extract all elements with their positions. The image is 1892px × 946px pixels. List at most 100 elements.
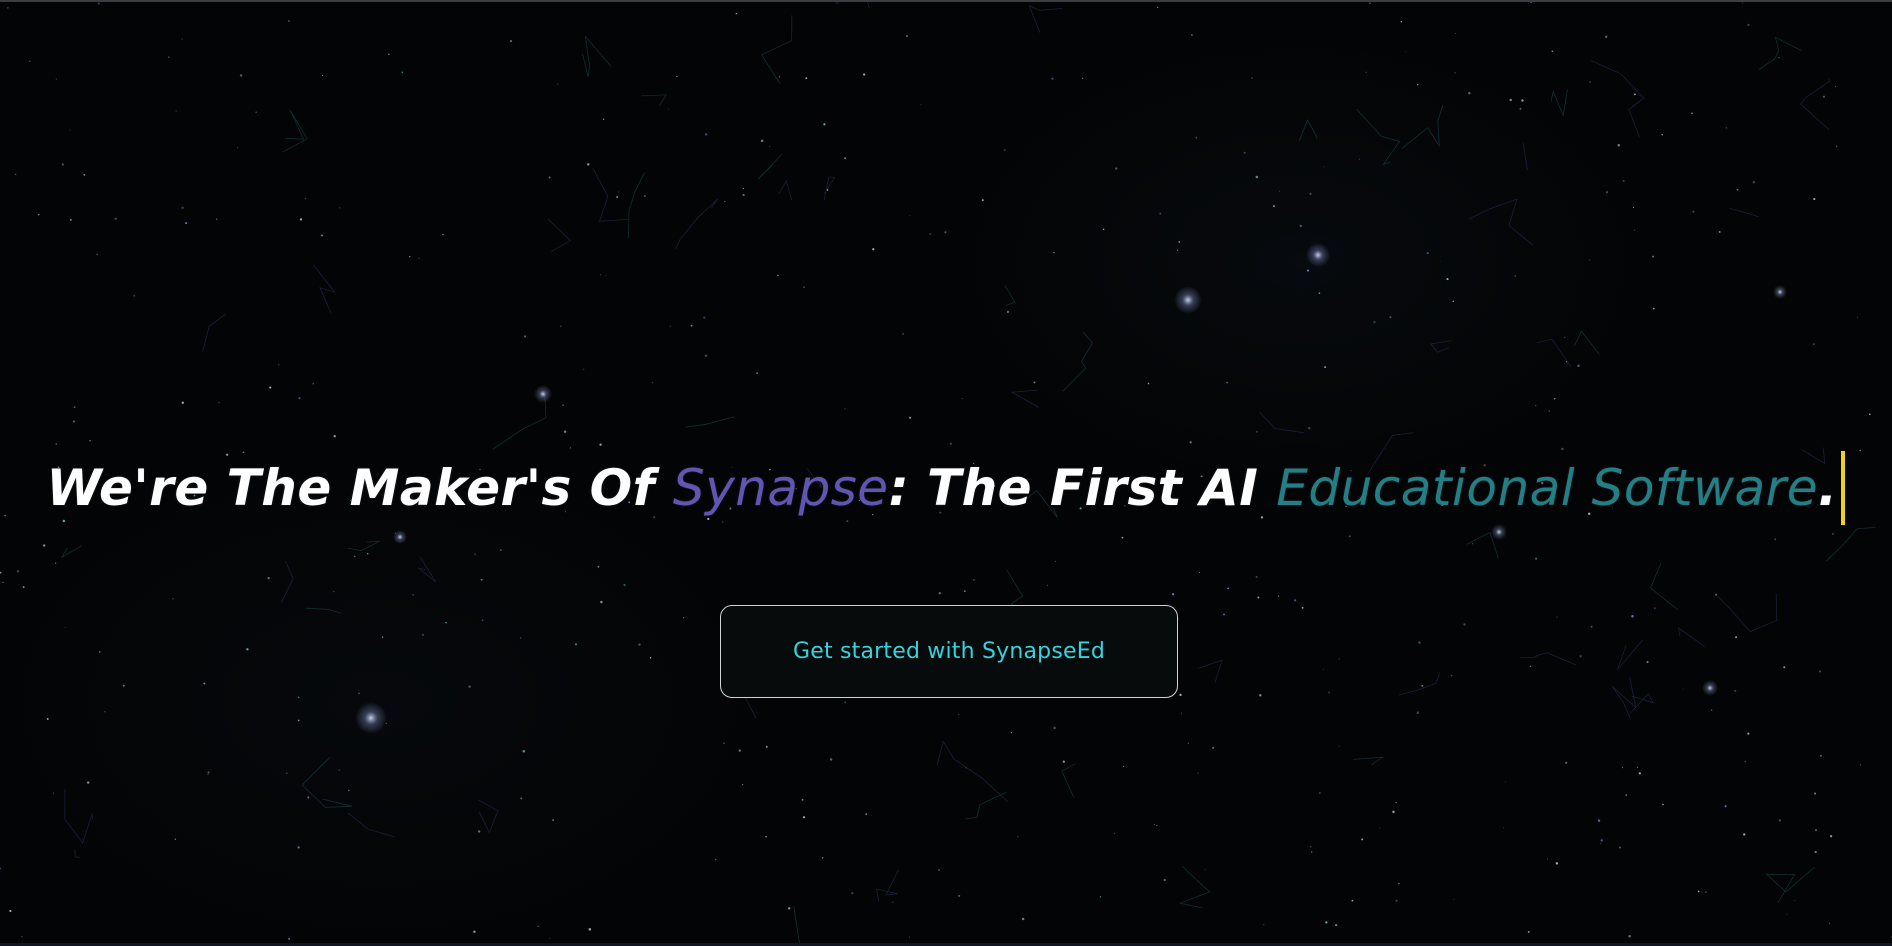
star [181, 38, 183, 40]
constellation-line [1004, 285, 1016, 307]
star [1278, 190, 1280, 192]
star [1187, 742, 1190, 744]
constellation-line [347, 540, 380, 552]
star [520, 797, 523, 800]
star [788, 907, 791, 910]
star [1835, 85, 1837, 87]
star [421, 633, 425, 637]
star [473, 930, 476, 934]
star [1324, 366, 1327, 369]
hero-section: We're The Maker's Of Synapse: The First … [0, 440, 1892, 536]
glowing-star [355, 702, 387, 734]
star [906, 35, 908, 38]
star [908, 936, 910, 938]
star [552, 819, 554, 821]
constellation-line [1536, 338, 1572, 368]
constellation-line [936, 740, 1008, 802]
star [1651, 255, 1655, 258]
star [1255, 175, 1259, 179]
star [605, 274, 607, 276]
star [1605, 191, 1608, 194]
star [1735, 636, 1738, 639]
glowing-star [534, 385, 552, 403]
star [1622, 179, 1625, 183]
star [724, 201, 726, 202]
star [1774, 538, 1777, 541]
constellation-line [1758, 36, 1802, 70]
star [338, 769, 341, 771]
star [1398, 882, 1400, 884]
star [1634, 229, 1636, 231]
star [690, 324, 693, 327]
constellation-line [1617, 639, 1644, 670]
star [769, 146, 771, 147]
glowing-star [1702, 680, 1718, 696]
hero-headline: We're The Maker's Of Synapse: The First … [47, 440, 1846, 536]
star [1003, 149, 1006, 151]
constellation-line [1590, 60, 1645, 137]
star [1311, 851, 1313, 853]
star [1263, 924, 1265, 926]
star [523, 335, 527, 338]
constellation-line [418, 556, 437, 583]
star [298, 696, 300, 698]
star [1204, 869, 1206, 871]
star [1813, 343, 1815, 345]
star [872, 248, 875, 251]
star [1638, 772, 1641, 775]
star [172, 598, 174, 600]
constellation-line [1468, 198, 1534, 246]
get-started-button[interactable]: Get started with SynapseEd [720, 605, 1178, 698]
star [1299, 224, 1302, 228]
star [1123, 765, 1125, 767]
star [1323, 668, 1325, 670]
star [321, 234, 323, 237]
star [1171, 593, 1175, 596]
star [73, 406, 76, 409]
star [64, 626, 66, 628]
star [1328, 691, 1331, 694]
star [765, 745, 768, 748]
star [981, 199, 984, 202]
star [1519, 107, 1522, 110]
constellation-line [312, 264, 336, 313]
star [99, 651, 101, 653]
constellation-line [582, 35, 612, 78]
star [1463, 623, 1466, 626]
star [892, 901, 894, 903]
star [9, 909, 12, 913]
star [1778, 819, 1782, 822]
star [1468, 91, 1471, 95]
star [1628, 934, 1631, 938]
star [388, 53, 390, 56]
constellation-line [823, 176, 836, 201]
constellation-line [306, 607, 341, 614]
star [1564, 336, 1566, 338]
star [167, 56, 170, 58]
star [16, 570, 20, 573]
star [1421, 685, 1424, 687]
star [1692, 210, 1695, 213]
constellation-line [281, 561, 294, 603]
star [1278, 595, 1280, 597]
star [1051, 77, 1054, 80]
constellation-line [74, 849, 80, 858]
star [442, 233, 444, 236]
star [246, 648, 249, 651]
constellation-line [592, 168, 628, 222]
star [1715, 593, 1718, 596]
star [1033, 381, 1036, 384]
star [358, 692, 360, 695]
star [668, 108, 670, 110]
star [1565, 761, 1568, 764]
glowing-star [1773, 285, 1787, 299]
star [559, 325, 562, 328]
star [1636, 766, 1639, 768]
star [909, 214, 911, 216]
constellation-line [965, 791, 1007, 820]
star [938, 592, 941, 595]
star [207, 771, 210, 774]
star [851, 892, 854, 895]
star [1535, 557, 1538, 560]
star [587, 163, 590, 166]
